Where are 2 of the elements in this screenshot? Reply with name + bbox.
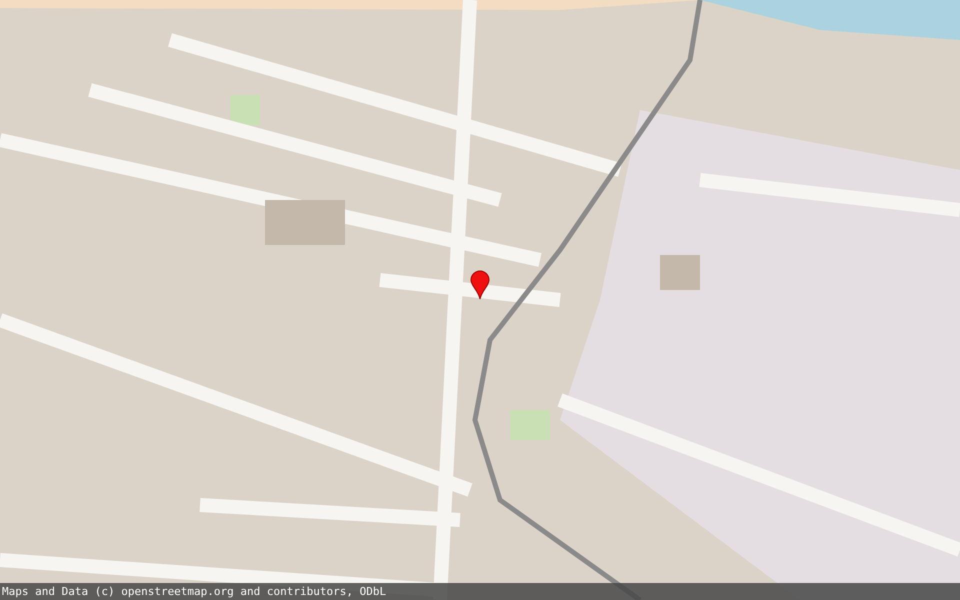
map-pin-icon[interactable]	[470, 270, 490, 300]
attribution-text: Maps and Data (c) openstreetmap.org and contributors, ODbL	[1, 585, 386, 598]
